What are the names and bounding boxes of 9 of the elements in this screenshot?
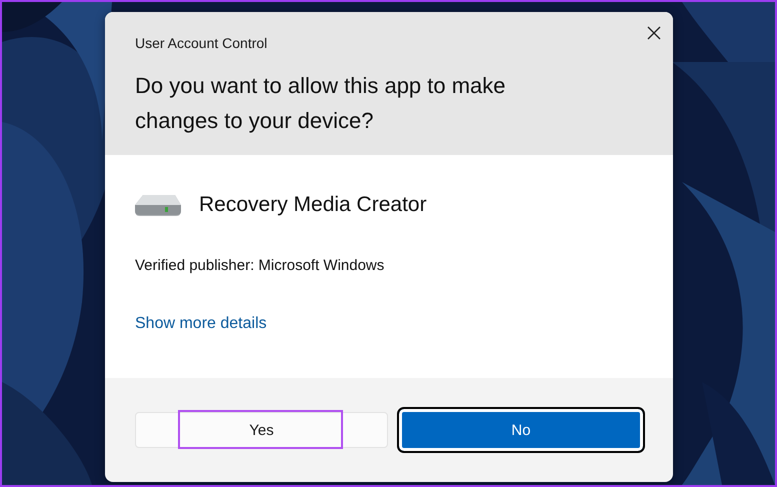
show-details-link[interactable]: Show more details [135, 315, 267, 333]
no-button[interactable]: No [397, 407, 645, 453]
publisher-text: Verified publisher: Microsoft Windows [135, 257, 384, 274]
app-name: Recovery Media Creator [199, 193, 427, 217]
close-icon[interactable] [647, 26, 661, 40]
yes-button[interactable]: Yes [135, 412, 388, 448]
dialog-question: Do you want to allow this app to make changes to your device? [135, 72, 507, 135]
window-title: User Account Control [135, 35, 268, 51]
hard-drive-icon [135, 193, 181, 217]
